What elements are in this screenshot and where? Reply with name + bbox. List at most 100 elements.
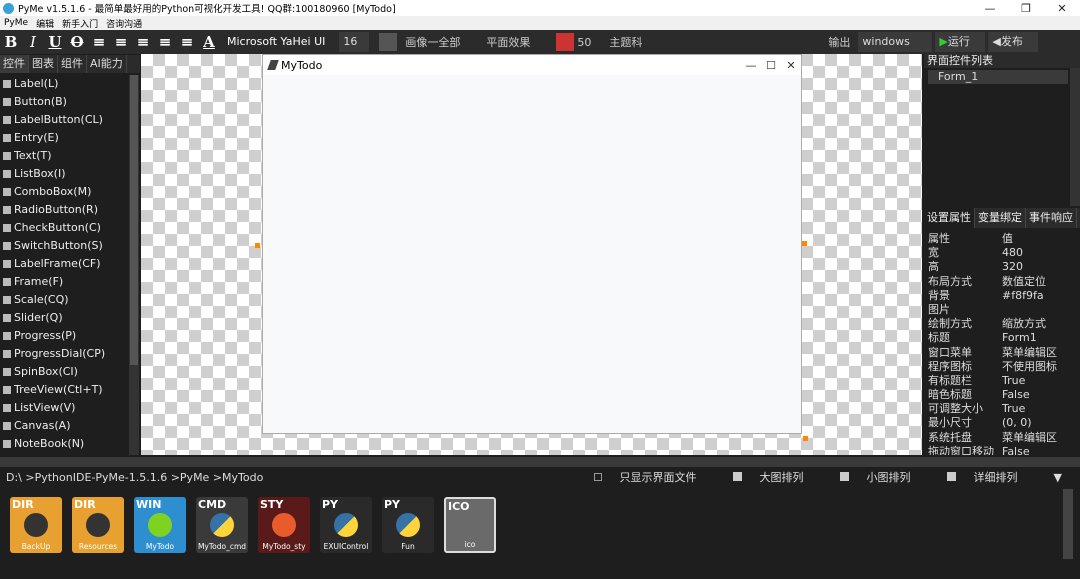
widget-labelframe[interactable]: LabelFrame(CF) [0,255,129,273]
file-item[interactable]: CMD MyTodo_cmd [196,497,248,553]
label-icon [3,80,11,88]
control-tree: Form_1 [924,68,1070,206]
property-row[interactable]: 高 320 [924,260,1080,274]
form-preview[interactable]: MyTodo — ☐ ✕ [262,54,802,434]
property-row[interactable]: 标题 Form1 [924,331,1080,345]
resize-handle[interactable] [255,243,260,248]
property-row[interactable]: 最小尺寸 (0, 0) [924,416,1080,430]
tab-ai[interactable]: AI能力 [87,55,127,73]
widget-button[interactable]: Button(B) [0,93,129,111]
widget-spinbox[interactable]: SpinBox(CI) [0,363,129,381]
tab-variable-binding[interactable]: 变量绑定 [975,208,1026,228]
details-icon [946,472,956,481]
widget-listview[interactable]: ListView(V) [0,399,129,417]
large-icons-button[interactable]: 大图排列 [732,469,822,485]
resize-handle[interactable] [803,436,808,441]
property-row[interactable]: 程序图标 不使用图标 [924,360,1080,374]
menu-item[interactable]: 新手入门 [58,17,102,30]
horizontal-scrollbar[interactable] [0,457,1080,467]
file-item[interactable]: WIN MyTodo [134,497,186,553]
strikethrough-button[interactable]: O [66,31,88,53]
widget-frame[interactable]: Frame(F) [0,273,129,291]
form-title-bar[interactable]: MyTodo — ☐ ✕ [263,55,801,75]
align-justify-icon[interactable]: ≡ [176,31,198,53]
minimize-icon[interactable]: — [972,2,1008,15]
align-top-icon[interactable]: ≡ [154,31,176,53]
tab-events[interactable]: 事件响应 [1026,208,1077,228]
progress-icon [3,332,11,340]
details-button[interactable]: 详细排列 [946,469,1036,485]
font-color-button[interactable]: A [198,31,220,53]
property-row[interactable]: 系统托盘 菜单编辑区 [924,431,1080,445]
widget-switchbutton[interactable]: SwitchButton(S) [0,237,129,255]
widget-slider[interactable]: Slider(Q) [0,309,129,327]
platform-select[interactable]: windows [858,32,933,52]
menu-item[interactable]: PyMe [0,18,32,28]
align-left-icon[interactable]: ≡ [88,31,110,53]
widget-progressdial[interactable]: ProgressDial(CP) [0,345,129,363]
widget-text[interactable]: Text(T) [0,147,129,165]
opacity-icon[interactable] [556,33,575,51]
property-row[interactable]: 图片 [924,303,1080,317]
widget-labelbutton[interactable]: LabelButton(CL) [0,111,129,129]
property-row[interactable]: 背景 #f8f9fa [924,289,1080,303]
only-ui-files-checkbox[interactable]: 只显示界面文件 [593,469,715,485]
menu-item[interactable]: 咨询沟通 [102,17,146,30]
tab-properties[interactable]: 设置属性 [924,208,975,228]
property-row[interactable]: 绘制方式 缩放方式 [924,317,1080,331]
widget-progress[interactable]: Progress(P) [0,327,129,345]
property-row[interactable]: 窗口菜单 菜单编辑区 [924,346,1080,360]
property-row[interactable]: 宽 480 [924,246,1080,260]
file-scrollbar[interactable] [1063,489,1073,559]
widget-label[interactable]: Label(L) [0,75,129,93]
file-item[interactable]: ICO ico [444,497,496,553]
tree-item-form[interactable]: Form_1 [928,70,1068,84]
property-row[interactable]: 布局方式 数值定位 [924,275,1080,289]
collapse-icon[interactable]: ▼ [1054,471,1062,484]
property-row[interactable]: 拖动窗口移动 False [924,445,1080,455]
close-icon[interactable]: ✕ [1044,2,1080,15]
file-item[interactable]: PY Fun [382,497,434,553]
font-size-field[interactable]: 16 [339,32,370,52]
widget-combobox[interactable]: ComboBox(M) [0,183,129,201]
file-item[interactable]: STY MyTodo_sty [258,497,310,553]
small-icons-button[interactable]: 小图排列 [839,469,929,485]
publish-button[interactable]: ◀发布 [988,32,1039,52]
tree-scrollbar[interactable] [1070,68,1080,206]
run-button[interactable]: ▶运行 [935,32,986,52]
align-center-icon[interactable]: ≡ [110,31,132,53]
opacity-value[interactable]: 50 [574,36,599,49]
image-mode-label[interactable]: 画像一全部 [397,34,468,50]
font-name-select[interactable]: Microsoft YaHei UI [223,32,330,52]
italic-button[interactable]: I [22,31,44,53]
property-row[interactable]: 可调整大小 True [924,402,1080,416]
file-item[interactable]: PY EXUIControl [320,497,372,553]
tab-charts[interactable]: 图表 [29,55,58,73]
resize-handle[interactable] [802,241,807,246]
widget-notebook[interactable]: NoteBook(N) [0,435,129,453]
align-right-icon[interactable]: ≡ [132,31,154,53]
property-row[interactable]: 暗色标题 False [924,388,1080,402]
widget-radiobutton[interactable]: RadioButton(R) [0,201,129,219]
theme-select[interactable]: 主题科 [599,34,650,50]
widget-scale[interactable]: Scale(CQ) [0,291,129,309]
property-row[interactable]: 有标题栏 True [924,374,1080,388]
file-item[interactable]: DIR BackUp [10,497,62,553]
widget-canvas[interactable]: Canvas(A) [0,417,129,435]
menu-item[interactable]: 编辑 [32,17,58,30]
scrollbar-thumb[interactable] [130,75,138,365]
image-icon[interactable] [379,33,398,51]
widget-checkbutton[interactable]: CheckButton(C) [0,219,129,237]
file-item[interactable]: DIR Resources [72,497,124,553]
path-bar: D:\ >PythonIDE-PyMe-1.5.1.6 >PyMe >MyTod… [0,467,1080,487]
tab-components[interactable]: 组件 [58,55,87,73]
widget-treeview[interactable]: TreeView(Ctl+T) [0,381,129,399]
bold-button[interactable]: B [0,31,22,53]
widget-list-scrollbar[interactable] [129,75,139,455]
restore-icon[interactable]: ❐ [1008,2,1044,15]
flat-effect-button[interactable]: 平面效果 [468,34,538,50]
widget-listbox[interactable]: ListBox(I) [0,165,129,183]
widget-entry[interactable]: Entry(E) [0,129,129,147]
tab-controls[interactable]: 控件 [0,55,29,73]
underline-button[interactable]: U [44,31,66,53]
